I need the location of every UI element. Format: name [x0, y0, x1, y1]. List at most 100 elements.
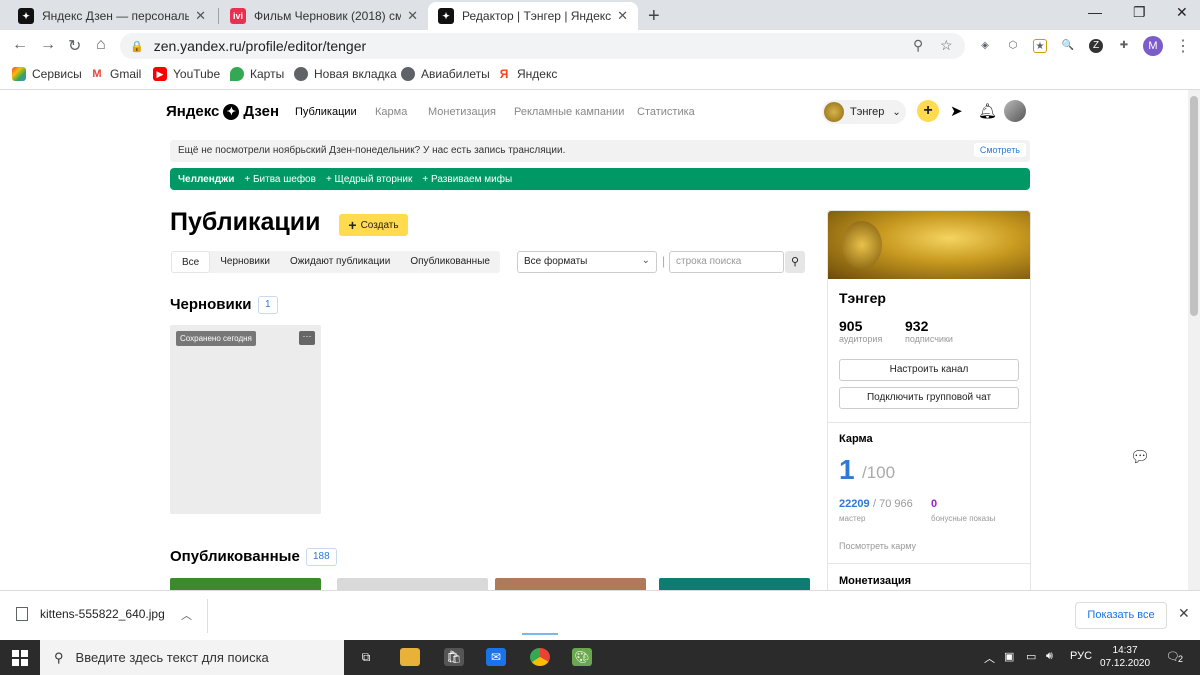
bookmark-youtube[interactable]: ▶ YouTube	[153, 67, 220, 81]
bookmark-aviatickets[interactable]: Авиабилеты	[401, 67, 490, 81]
language-indicator[interactable]: РУС	[1070, 650, 1092, 662]
windows-start-icon[interactable]	[12, 650, 28, 666]
create-button[interactable]: + Создать	[339, 214, 408, 236]
close-icon[interactable]: ✕	[1178, 605, 1190, 622]
menu-dots-icon[interactable]: ⋮	[1175, 36, 1191, 56]
page-scrollbar[interactable]	[1188, 90, 1200, 590]
extension-z-icon[interactable]: Z	[1089, 39, 1103, 53]
zoom-icon[interactable]: ⚲	[913, 37, 923, 54]
chat-bubble-icon[interactable]: 💬︎	[1130, 447, 1150, 467]
taskbar-search-placeholder: Введите здесь текст для поиска	[75, 650, 269, 665]
view-karma-link[interactable]: Посмотреть карму	[839, 541, 916, 551]
nav-statistics[interactable]: Статистика	[637, 106, 695, 118]
notifications-count: 2	[1178, 654, 1184, 664]
browser-toolbar: ← → ↻ ⌂ 🔒 zen.yandex.ru/profile/editor/t…	[0, 30, 1200, 62]
address-bar[interactable]: 🔒 zen.yandex.ru/profile/editor/tenger ⚲ …	[120, 33, 965, 59]
published-card[interactable]	[170, 578, 321, 590]
more-dots-icon[interactable]: ···	[299, 331, 315, 345]
tab-zen-editor[interactable]: ✦ Редактор | Тэнгер | Яндекс Дзен ✕	[428, 2, 638, 30]
tab-ivi-film[interactable]: ivi Фильм Черновик (2018) смотре ✕	[220, 2, 428, 30]
zen-logo[interactable]: Яндекс ✦ Дзен	[166, 103, 279, 120]
challenge-myths[interactable]: + Развиваем мифы	[422, 174, 512, 185]
system-clock[interactable]: 14:37 07.12.2020	[1100, 644, 1150, 670]
close-icon[interactable]: ✕	[617, 8, 628, 24]
published-card[interactable]	[659, 578, 810, 590]
profile-avatar[interactable]: M	[1143, 36, 1163, 56]
close-icon[interactable]: ✕	[195, 8, 206, 24]
task-view-icon[interactable]: ⧉	[356, 648, 376, 666]
create-plus-button[interactable]: +	[917, 100, 939, 122]
download-item[interactable]: kittens-555822_640.jpg	[16, 607, 165, 621]
bookmark-maps[interactable]: Карты	[230, 67, 284, 81]
extension-box-icon[interactable]: ⬡	[1006, 39, 1020, 53]
tray-app-icon[interactable]: ▣	[1004, 650, 1014, 663]
draft-card[interactable]: Сохранено сегодня ···	[170, 325, 321, 514]
plus-icon: +	[348, 217, 357, 233]
network-icon[interactable]: ▭	[1026, 650, 1036, 663]
zen-editor-page: Яндекс ✦ Дзен Публикации Карма Монетизац…	[0, 90, 1188, 590]
setup-channel-button[interactable]: Настроить канал	[839, 359, 1019, 381]
published-title: Опубликованные	[170, 548, 300, 565]
nav-karma[interactable]: Карма	[375, 106, 407, 118]
bookmark-new-tab[interactable]: Новая вкладка	[294, 67, 397, 81]
mail-icon[interactable]: ✉	[486, 648, 506, 666]
logo-text-yandex: Яндекс	[166, 103, 220, 120]
search-input[interactable]: строка поиска	[669, 251, 784, 273]
bell-icon[interactable]: 🔔︎	[978, 102, 997, 120]
extension-icon[interactable]: ◈	[978, 39, 992, 53]
restore-icon[interactable]: ❐	[1133, 4, 1146, 21]
scrollbar-thumb[interactable]	[1190, 96, 1198, 316]
filter-drafts[interactable]: Черновики	[210, 251, 280, 273]
challenge-generous-tuesday[interactable]: + Щедрый вторник	[326, 174, 412, 185]
challenge-chef-battle[interactable]: + Битва шефов	[244, 174, 316, 185]
format-select[interactable]: Все форматы ⌄	[517, 251, 657, 273]
bookmark-gmail[interactable]: M Gmail	[90, 67, 141, 81]
drafts-title: Черновики	[170, 296, 252, 313]
chrome-icon[interactable]	[530, 648, 550, 666]
channel-sidebar: Тэнгер 905 аудитория 932 подписчики Наст…	[827, 210, 1031, 590]
extension-yellow-icon[interactable]: ★	[1033, 39, 1047, 53]
user-avatar[interactable]	[1004, 100, 1026, 122]
show-all-downloads-button[interactable]: Показать все	[1075, 602, 1167, 629]
paint-icon[interactable]: 🎨︎	[572, 648, 592, 666]
search-icon[interactable]: ⚲	[785, 251, 805, 273]
nav-monetization[interactable]: Монетизация	[428, 106, 496, 118]
connect-group-chat-button[interactable]: Подключить групповой чат	[839, 387, 1019, 409]
window-close-icon[interactable]: ✕	[1176, 4, 1188, 21]
home-icon[interactable]: ⌂	[96, 36, 106, 54]
divider	[828, 563, 1030, 564]
watch-button[interactable]: Смотреть	[973, 143, 1026, 157]
tab-zen-feed[interactable]: ✦ Яндекс Дзен — персональная л ✕	[8, 2, 216, 30]
new-tab-button[interactable]: +	[648, 5, 660, 28]
bookmark-services[interactable]: Сервисы	[12, 67, 82, 81]
filter-published[interactable]: Опубликованные	[400, 251, 500, 273]
back-arrow-icon[interactable]: ←	[12, 36, 28, 54]
published-card[interactable]	[495, 578, 646, 590]
store-icon[interactable]: 🛍︎	[444, 648, 464, 666]
bookmark-yandex[interactable]: Я Яндекс	[497, 67, 557, 81]
channel-switcher[interactable]: Тэнгер ⌄	[822, 100, 906, 124]
taskbar-search[interactable]: ⚲ Введите здесь текст для поиска	[40, 640, 344, 675]
file-icon	[16, 607, 28, 621]
globe-icon	[294, 67, 308, 81]
forward-arrow-icon[interactable]: →	[40, 36, 56, 54]
extension-search-icon[interactable]: 🔍	[1061, 39, 1075, 53]
channel-name[interactable]: Тэнгер	[839, 290, 886, 306]
published-card[interactable]	[337, 578, 488, 590]
chevron-up-icon[interactable]: ︿	[181, 607, 192, 623]
send-icon[interactable]: ➤	[950, 102, 963, 120]
volume-icon[interactable]: 🔊︎	[1046, 650, 1053, 663]
file-explorer-icon[interactable]	[400, 648, 420, 666]
tray-chevron-up-icon[interactable]: ︿	[984, 650, 995, 666]
announcement-text: Ещё не посмотрели ноябрьский Дзен-понеде…	[178, 145, 566, 156]
filter-pending[interactable]: Ожидают публикации	[280, 251, 400, 273]
filter-all[interactable]: Все	[171, 251, 211, 273]
close-icon[interactable]: ✕	[407, 8, 418, 24]
minimize-icon[interactable]: —	[1088, 4, 1102, 20]
reload-icon[interactable]: ↻	[68, 36, 81, 56]
puzzle-icon[interactable]: ✚	[1117, 39, 1131, 53]
nav-publications[interactable]: Публикации	[295, 106, 357, 118]
bookmark-star-icon[interactable]: ☆	[940, 37, 953, 54]
download-filename: kittens-555822_640.jpg	[40, 607, 165, 621]
nav-ad-campaigns[interactable]: Рекламные кампании	[514, 106, 624, 118]
